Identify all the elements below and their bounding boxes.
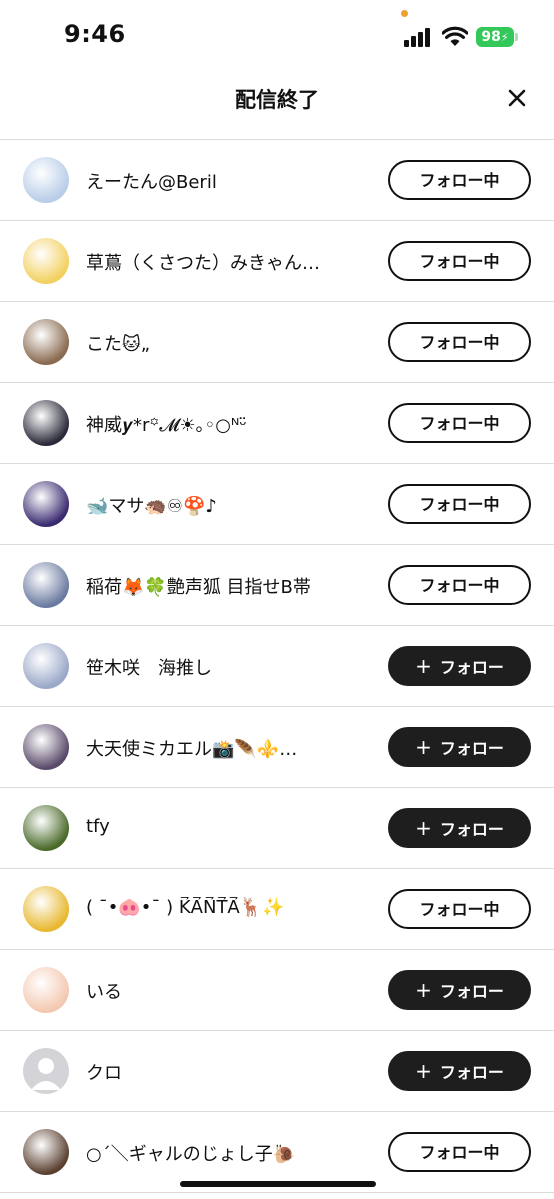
user-name: 🐋マサ🦔♾🍄♪ bbox=[86, 496, 217, 517]
battery-indicator: 98⚡ bbox=[476, 27, 514, 47]
following-button[interactable]: フォロー中 bbox=[388, 484, 531, 524]
page-title: 配信終了 bbox=[235, 88, 319, 112]
avatar[interactable] bbox=[23, 1048, 69, 1094]
follow-label: フォロー bbox=[439, 982, 504, 1001]
list-item[interactable]: 🐋マサ🦔♾🍄♪ フォロー中 bbox=[0, 464, 554, 545]
avatar[interactable] bbox=[23, 724, 69, 770]
plus-icon: + bbox=[415, 816, 432, 840]
follow-label: フォロー bbox=[439, 820, 504, 839]
follow-label: フォロー bbox=[439, 739, 504, 758]
user-name: いる bbox=[86, 982, 122, 1003]
following-button[interactable]: フォロー中 bbox=[388, 160, 531, 200]
avatar[interactable] bbox=[23, 400, 69, 446]
following-label: フォロー中 bbox=[419, 414, 500, 433]
following-label: フォロー中 bbox=[419, 333, 500, 352]
plus-icon: + bbox=[415, 1059, 432, 1083]
avatar[interactable] bbox=[23, 886, 69, 932]
list-item[interactable]: クロ + フォロー bbox=[0, 1031, 554, 1112]
list-item[interactable]: ( ¯•🐽•¯ ) K⃗A⃗N⃗T⃗A⃗🦌✨ フォロー中 bbox=[0, 869, 554, 950]
plus-icon: + bbox=[415, 735, 432, 759]
list-item[interactable]: tfy + フォロー bbox=[0, 788, 554, 869]
list-item[interactable]: えーたん@Beril フォロー中 bbox=[0, 140, 554, 221]
cellular-signal-icon bbox=[404, 27, 434, 47]
status-time: 9:46 bbox=[64, 20, 126, 48]
follow-button[interactable]: + フォロー bbox=[388, 727, 531, 767]
battery-tip bbox=[515, 33, 518, 41]
user-name: 大天使ミカエル📸🪶⚜️… bbox=[86, 739, 298, 760]
list-item[interactable]: 大天使ミカエル📸🪶⚜️… + フォロー bbox=[0, 707, 554, 788]
list-item[interactable]: 稲荷🦊🍀艶声狐 目指せB帯 フォロー中 bbox=[0, 545, 554, 626]
battery-level: 98 bbox=[481, 29, 501, 45]
following-button[interactable]: フォロー中 bbox=[388, 565, 531, 605]
follow-button[interactable]: + フォロー bbox=[388, 646, 531, 686]
header: 配信終了 bbox=[0, 70, 554, 128]
user-name: こた🐱„ bbox=[86, 334, 151, 355]
follow-label: フォロー bbox=[439, 1063, 504, 1082]
list-item[interactable]: 草蔦（くさつた）みきゃん… フォロー中 bbox=[0, 221, 554, 302]
plus-icon: + bbox=[415, 654, 432, 678]
follow-label: フォロー bbox=[439, 658, 504, 677]
home-indicator[interactable] bbox=[180, 1181, 376, 1187]
wifi-icon bbox=[442, 26, 468, 46]
list-item[interactable]: いる + フォロー bbox=[0, 950, 554, 1031]
following-button[interactable]: フォロー中 bbox=[388, 889, 531, 929]
avatar[interactable] bbox=[23, 805, 69, 851]
following-label: フォロー中 bbox=[419, 495, 500, 514]
following-label: フォロー中 bbox=[419, 252, 500, 271]
user-name: クロ bbox=[86, 1063, 122, 1084]
following-label: フォロー中 bbox=[419, 576, 500, 595]
user-name: ○´＼ギャルのじょし子🐌 bbox=[86, 1144, 296, 1165]
close-icon[interactable] bbox=[502, 83, 532, 113]
follow-button[interactable]: + フォロー bbox=[388, 1051, 531, 1091]
user-name: 神威𝒚*r꙳𝓜☀︎｡◦○ᴺᵕ̈ bbox=[86, 415, 247, 436]
list-item[interactable]: こた🐱„ フォロー中 bbox=[0, 302, 554, 383]
plus-icon: + bbox=[415, 978, 432, 1002]
following-button[interactable]: フォロー中 bbox=[388, 403, 531, 443]
follow-button[interactable]: + フォロー bbox=[388, 970, 531, 1010]
avatar[interactable] bbox=[23, 319, 69, 365]
user-name: 稲荷🦊🍀艶声狐 目指せB帯 bbox=[86, 577, 311, 598]
list-item[interactable]: 神威𝒚*r꙳𝓜☀︎｡◦○ᴺᵕ̈ フォロー中 bbox=[0, 383, 554, 464]
user-name: tfy bbox=[86, 816, 110, 837]
avatar[interactable] bbox=[23, 643, 69, 689]
avatar[interactable] bbox=[23, 157, 69, 203]
follow-button[interactable]: + フォロー bbox=[388, 808, 531, 848]
avatar[interactable] bbox=[23, 967, 69, 1013]
user-name: 笹木咲 海推し bbox=[86, 658, 212, 679]
avatar[interactable] bbox=[23, 238, 69, 284]
following-label: フォロー中 bbox=[419, 900, 500, 919]
privacy-indicator-dot bbox=[401, 10, 408, 17]
following-label: フォロー中 bbox=[419, 1143, 500, 1162]
divider bbox=[0, 1192, 554, 1193]
list-item[interactable]: 笹木咲 海推し + フォロー bbox=[0, 626, 554, 707]
avatar[interactable] bbox=[23, 481, 69, 527]
user-name: ( ¯•🐽•¯ ) K⃗A⃗N⃗T⃗A⃗🦌✨ bbox=[86, 897, 285, 918]
following-button[interactable]: フォロー中 bbox=[388, 1132, 531, 1172]
following-button[interactable]: フォロー中 bbox=[388, 241, 531, 281]
user-name: えーたん@Beril bbox=[86, 172, 217, 193]
avatar[interactable] bbox=[23, 562, 69, 608]
following-button[interactable]: フォロー中 bbox=[388, 322, 531, 362]
user-name: 草蔦（くさつた）みきゃん… bbox=[86, 253, 320, 274]
avatar[interactable] bbox=[23, 1129, 69, 1175]
following-label: フォロー中 bbox=[419, 171, 500, 190]
